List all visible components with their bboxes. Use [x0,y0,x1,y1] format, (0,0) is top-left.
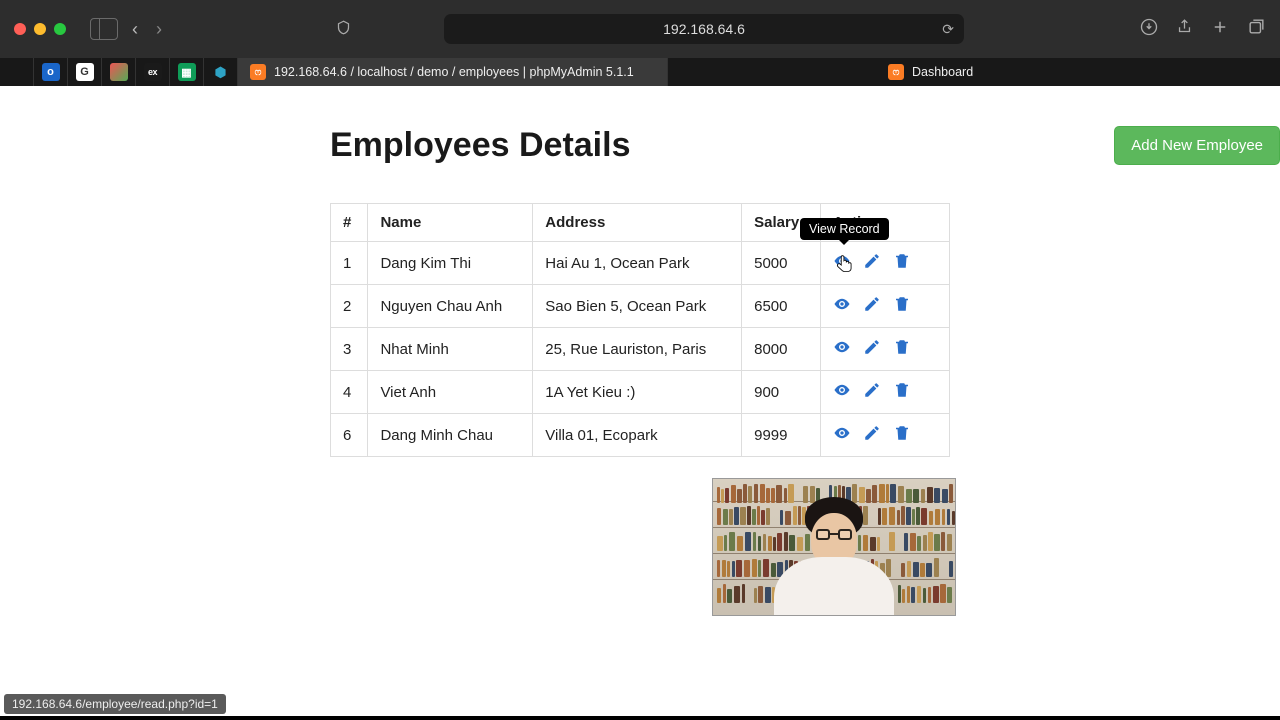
cell-name: Nguyen Chau Anh [368,285,533,328]
bookmarks-bar: o G ex ▦ ⬢ ෆ 192.168.64.6 / localhost / … [0,58,1280,86]
cell-name: Viet Anh [368,371,533,414]
delete-icon[interactable] [893,338,911,360]
tab-overview-icon[interactable] [1247,17,1266,41]
browser-toolbar: ‹ › 192.168.64.6 ⟳ [0,0,1280,58]
reload-button[interactable]: ⟳ [942,21,954,38]
tab-phpmyadmin[interactable]: ෆ 192.168.64.6 / localhost / demo / empl… [238,58,668,86]
cell-actions [820,285,949,328]
view-record-tooltip: View Record [800,218,889,240]
tab-title: 192.168.64.6 / localhost / demo / employ… [274,65,634,79]
cell-actions [820,328,949,371]
cell-salary: 900 [742,371,821,414]
bookmark-sheets[interactable]: ▦ [170,58,204,86]
cell-id: 1 [331,242,368,285]
downloads-icon[interactable] [1140,18,1158,41]
privacy-shield-icon[interactable] [336,19,351,40]
cell-address: 25, Rue Lauriston, Paris [533,328,742,371]
cell-actions [820,414,949,457]
view-icon[interactable] [833,252,851,274]
cell-salary: 6500 [742,285,821,328]
edit-icon[interactable] [863,381,881,403]
col-id: # [331,204,368,242]
cell-id: 3 [331,328,368,371]
cell-salary: 9999 [742,414,821,457]
bookmark-apple[interactable] [0,58,34,86]
table-row: 3Nhat Minh25, Rue Lauriston, Paris8000 [331,328,950,371]
add-new-employee-button[interactable]: Add New Employee [1114,126,1280,165]
edit-icon[interactable] [863,295,881,317]
page-title: Employees Details [330,126,630,165]
maximize-window-button[interactable] [54,23,66,35]
delete-icon[interactable] [893,424,911,446]
cell-salary: 5000 [742,242,821,285]
webcam-overlay [712,478,956,616]
edit-icon[interactable] [863,424,881,446]
cell-name: Dang Minh Chau [368,414,533,457]
page-content: Employees Details Add New Employee # Nam… [0,86,1280,457]
new-tab-icon[interactable] [1211,18,1229,41]
table-row: 4Viet Anh1A Yet Kieu :)900 [331,371,950,414]
view-icon[interactable] [833,338,851,360]
edit-icon[interactable] [863,338,881,360]
delete-icon[interactable] [893,295,911,317]
cell-name: Dang Kim Thi [368,242,533,285]
cell-id: 2 [331,285,368,328]
xampp-icon: ෆ [250,64,266,80]
url-text: 192.168.64.6 [663,21,745,37]
view-icon[interactable] [833,424,851,446]
share-icon[interactable] [1176,17,1193,41]
page-header: Employees Details Add New Employee [330,126,1280,165]
table-row: 1Dang Kim ThiHai Au 1, Ocean Park5000 [331,242,950,285]
close-window-button[interactable] [14,23,26,35]
cell-id: 4 [331,371,368,414]
employees-table: # Name Address Salary Action 1Dang Kim T… [330,203,950,457]
bookmark-g[interactable]: G [68,58,102,86]
bookmark-outlook[interactable]: o [34,58,68,86]
bookmark-cube[interactable]: ⬢ [204,58,238,86]
sidebar-toggle-button[interactable] [90,18,118,40]
bottom-strip [0,716,1280,720]
back-button[interactable]: ‹ [128,19,142,40]
table-row: 2Nguyen Chau AnhSao Bien 5, Ocean Park65… [331,285,950,328]
cell-address: Sao Bien 5, Ocean Park [533,285,742,328]
minimize-window-button[interactable] [34,23,46,35]
bookmark-colors[interactable] [102,58,136,86]
tab-dashboard[interactable]: ෆ Dashboard [888,58,973,86]
status-bar: 192.168.64.6/employee/read.php?id=1 [4,694,226,714]
cell-name: Nhat Minh [368,328,533,371]
cell-actions [820,242,949,285]
view-icon[interactable] [833,295,851,317]
cell-address: Hai Au 1, Ocean Park [533,242,742,285]
window-controls [14,23,66,35]
cell-address: Villa 01, Ecopark [533,414,742,457]
cell-id: 6 [331,414,368,457]
view-icon[interactable] [833,381,851,403]
xampp-icon: ෆ [888,64,904,80]
col-name: Name [368,204,533,242]
bookmark-edx[interactable]: ex [136,58,170,86]
table-row: 6Dang Minh ChauVilla 01, Ecopark9999 [331,414,950,457]
cell-address: 1A Yet Kieu :) [533,371,742,414]
delete-icon[interactable] [893,252,911,274]
forward-button[interactable]: › [152,19,166,40]
col-address: Address [533,204,742,242]
edit-icon[interactable] [863,252,881,274]
cell-salary: 8000 [742,328,821,371]
cell-actions [820,371,949,414]
delete-icon[interactable] [893,381,911,403]
address-bar[interactable]: 192.168.64.6 ⟳ [444,14,964,44]
